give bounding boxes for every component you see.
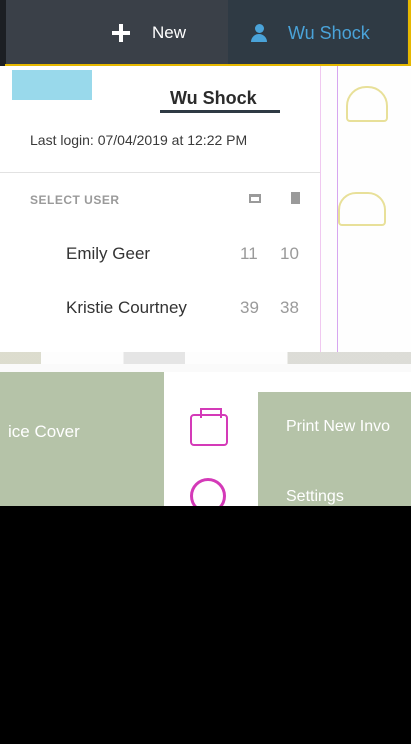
user-count-documents: 10 bbox=[280, 244, 299, 263]
tile-print-new-invoice-label: Print New Invo bbox=[286, 418, 391, 435]
users-icon[interactable] bbox=[338, 192, 386, 226]
document-icon bbox=[291, 192, 300, 204]
user-name: Kristie Courtney bbox=[66, 298, 187, 317]
user-row-kristie-courtney[interactable]: Kristie Courtney 39 38 bbox=[0, 290, 320, 326]
tile-print-new-invoice[interactable]: Print New Invo Settings bbox=[258, 392, 411, 506]
user-row-emily-geer[interactable]: Emily Geer 11 10 bbox=[0, 236, 320, 272]
user-menu-button[interactable]: Wu Shock bbox=[228, 0, 407, 66]
panel-title: Wu Shock bbox=[170, 88, 257, 108]
user-icon[interactable] bbox=[346, 86, 388, 122]
new-button[interactable]: New bbox=[98, 10, 216, 56]
user-menu-label: Wu Shock bbox=[288, 22, 370, 43]
card-icon bbox=[249, 194, 261, 203]
user-icon bbox=[250, 24, 268, 42]
select-user-heading: SELECT USER bbox=[30, 193, 120, 207]
top-bar: New Wu Shock bbox=[0, 0, 411, 66]
user-count-documents: 38 bbox=[280, 298, 299, 317]
user-count-cards: 11 bbox=[240, 244, 258, 263]
render-glitch-strip bbox=[0, 352, 411, 364]
user-name: Emily Geer bbox=[66, 244, 151, 263]
blank-area bbox=[0, 506, 411, 744]
panel-header-accent bbox=[12, 70, 92, 100]
tile-invoice-cover-label: ice Cover bbox=[8, 422, 80, 441]
divider bbox=[0, 172, 325, 173]
user-count-cards: 39 bbox=[240, 298, 259, 317]
new-button-label: New bbox=[152, 23, 187, 42]
plus-icon bbox=[112, 24, 130, 42]
last-login-text: Last login: 07/04/2019 at 12:22 PM bbox=[30, 132, 248, 148]
panel-title-underline bbox=[160, 110, 280, 113]
printer-icon[interactable] bbox=[190, 408, 228, 446]
top-bar-edge bbox=[0, 0, 6, 66]
tile-invoice-cover[interactable]: ice Cover bbox=[0, 372, 164, 506]
settings-label[interactable]: Settings bbox=[286, 488, 344, 506]
